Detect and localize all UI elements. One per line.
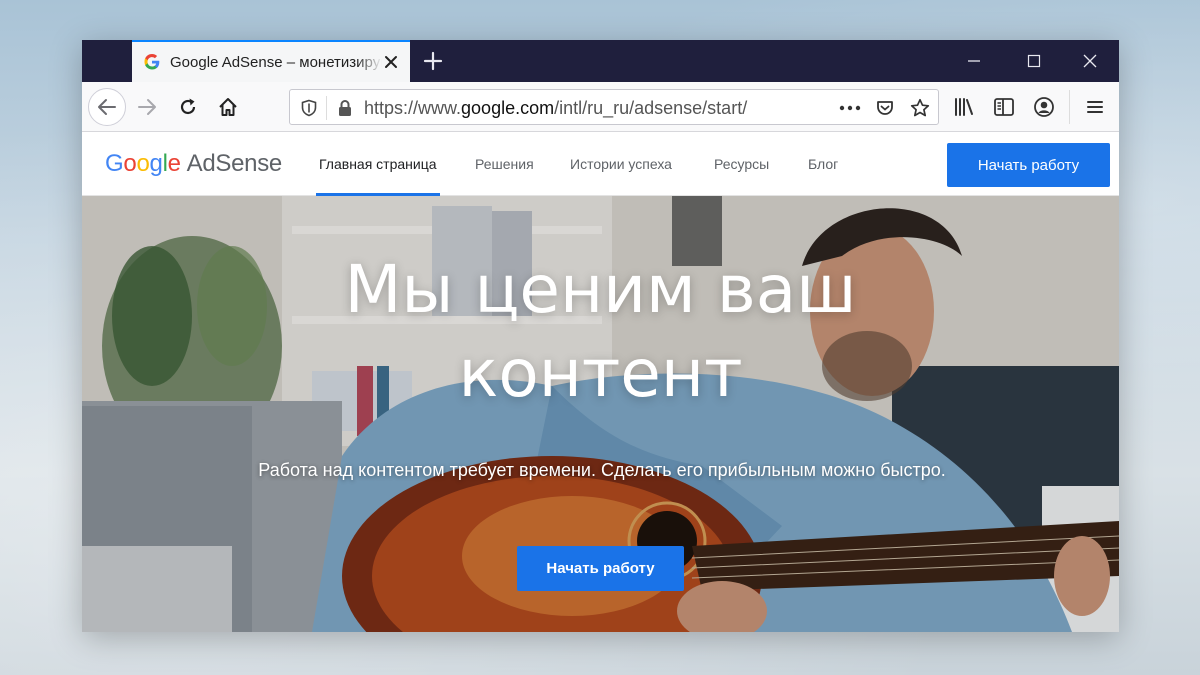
- hero-title-line-1: Мы ценим ваш: [344, 251, 857, 328]
- window-close-icon[interactable]: [1081, 52, 1099, 70]
- active-tab[interactable]: Google AdSense – монетизируйте свой сайт: [132, 40, 410, 82]
- maximize-icon[interactable]: [1025, 52, 1043, 70]
- minimize-icon[interactable]: [965, 52, 983, 70]
- logo-product-name: AdSense: [186, 150, 283, 177]
- get-started-header-button[interactable]: Начать работу: [947, 143, 1110, 187]
- logo-letter: o: [136, 150, 150, 177]
- url-domain: google.com: [461, 98, 555, 118]
- toolbar-separator: [1069, 90, 1070, 124]
- url-prefix: https://www.: [364, 98, 462, 118]
- nav-item-blog[interactable]: Блог: [808, 156, 838, 172]
- address-bar[interactable]: https://www.google.com/intl/ru_ru/adsens…: [289, 89, 939, 125]
- hero-section: Мы ценим ваш контент Работа над контенто…: [82, 196, 1119, 632]
- logo-letter: G: [105, 150, 124, 177]
- logo-letter: g: [149, 150, 163, 177]
- logo-letter: e: [167, 150, 181, 177]
- url-text[interactable]: https://www.google.com/intl/ru_ru/adsens…: [364, 98, 747, 119]
- home-icon[interactable]: [211, 90, 245, 124]
- google-adsense-logo[interactable]: Google AdSense: [105, 150, 282, 178]
- tab-title: Google AdSense – монетизируйте свой сайт: [170, 53, 382, 71]
- star-icon[interactable]: [908, 96, 932, 120]
- google-favicon-icon: [144, 54, 160, 70]
- hero-title: Мы ценим ваш контент: [82, 248, 1119, 416]
- more-dots-icon[interactable]: [838, 96, 862, 120]
- pocket-icon[interactable]: [873, 96, 897, 120]
- get-started-hero-button[interactable]: Начать работу: [517, 546, 684, 591]
- hero-subtitle: Работа над контентом требует времени. Сд…: [258, 460, 946, 480]
- hamburger-menu-icon[interactable]: [1083, 95, 1107, 119]
- site-header: Google AdSense Главная страница Решения И…: [82, 132, 1119, 196]
- tab-bar: Google AdSense – монетизируйте свой сайт: [82, 40, 1119, 82]
- shield-icon[interactable]: [297, 96, 321, 120]
- close-icon[interactable]: [382, 53, 400, 71]
- account-icon[interactable]: [1032, 95, 1056, 119]
- nav-item-home[interactable]: Главная страница: [319, 156, 437, 172]
- forward-arrow-icon[interactable]: [130, 90, 164, 124]
- reload-icon[interactable]: [171, 90, 205, 124]
- nav-item-solutions[interactable]: Решения: [475, 156, 534, 172]
- url-separator: [326, 96, 327, 120]
- url-path: /intl/ru_ru/adsense/start/: [554, 98, 748, 118]
- back-arrow-icon[interactable]: [88, 88, 126, 126]
- logo-letter: o: [123, 150, 137, 177]
- library-icon[interactable]: [952, 95, 976, 119]
- hero-title-line-2: контент: [458, 335, 743, 412]
- plus-icon[interactable]: [422, 50, 444, 72]
- lock-icon[interactable]: [333, 96, 357, 120]
- sidebar-icon[interactable]: [992, 95, 1016, 119]
- browser-window: Google AdSense – монетизируйте свой сайт: [82, 40, 1119, 632]
- navigation-toolbar: https://www.google.com/intl/ru_ru/adsens…: [82, 82, 1119, 132]
- nav-item-success-stories[interactable]: Истории успеха: [570, 156, 672, 172]
- nav-item-resources[interactable]: Ресурсы: [714, 156, 769, 172]
